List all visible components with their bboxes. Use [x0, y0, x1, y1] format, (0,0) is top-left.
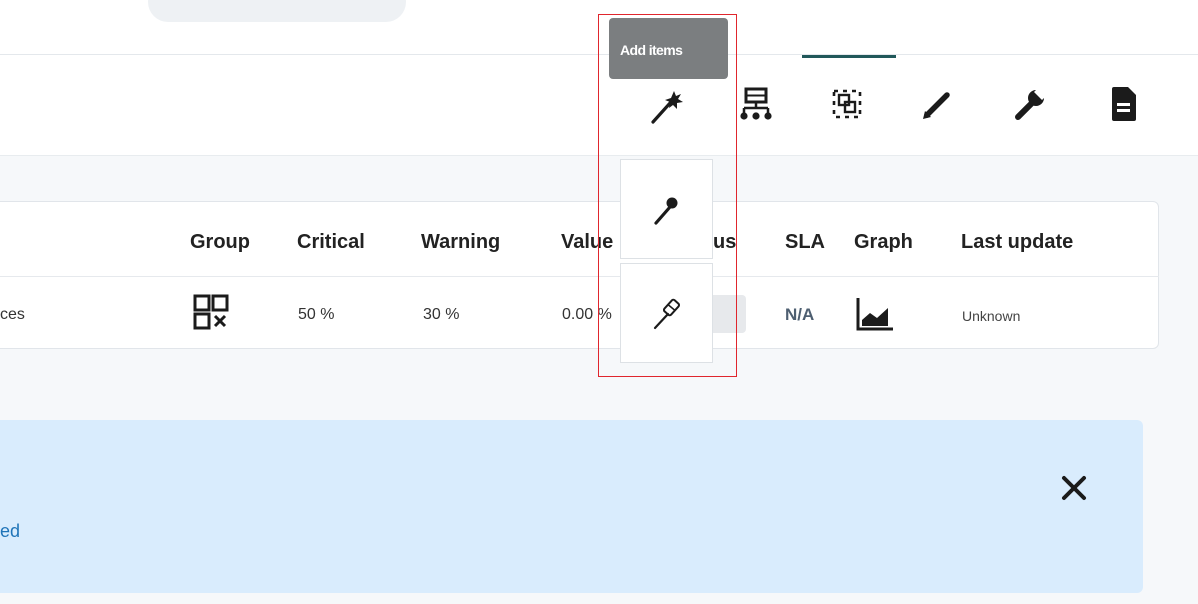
close-icon[interactable] [1052, 466, 1096, 510]
area-chart-icon[interactable] [855, 296, 895, 332]
column-header-last-update[interactable]: Last update [961, 230, 1073, 254]
document-icon[interactable] [1102, 82, 1146, 126]
row-service-name[interactable]: ces [0, 305, 25, 325]
group-select-icon[interactable] [825, 82, 869, 126]
top-bar [0, 0, 1198, 55]
pencil-icon[interactable] [916, 82, 960, 126]
add-item-option-pin[interactable] [620, 159, 713, 259]
column-header-critical[interactable]: Critical [297, 230, 365, 254]
pin-outline-icon [653, 298, 680, 330]
row-sla: N/A [785, 305, 815, 324]
row-warning-threshold: 30 % [423, 306, 460, 323]
column-header-value[interactable]: Value [561, 230, 613, 254]
pin-icon [653, 197, 677, 225]
group-remove-icon[interactable] [193, 294, 229, 330]
row-value: 0.00 % [562, 306, 612, 323]
sitemap-icon[interactable] [734, 82, 778, 126]
add-item-option-pin-outline[interactable] [620, 263, 713, 363]
active-tab-indicator [802, 55, 896, 58]
status-table [0, 201, 1159, 349]
column-header-group[interactable]: Group [190, 230, 250, 254]
top-search-pill[interactable] [148, 0, 406, 22]
column-header-graph[interactable]: Graph [854, 230, 913, 254]
magic-wand-icon[interactable] [646, 82, 690, 126]
column-header-sla[interactable]: SLA [785, 230, 825, 254]
column-header-warning[interactable]: Warning [421, 230, 500, 254]
add-items-tooltip: Add items [609, 18, 728, 79]
info-alert [0, 420, 1143, 593]
table-row-divider [0, 276, 1159, 277]
row-critical-threshold: 50 % [298, 306, 335, 323]
alert-message[interactable]: ed [0, 519, 20, 543]
row-last-update: Unknown [962, 308, 1021, 324]
column-header-status[interactable]: us [713, 230, 736, 254]
wrench-icon[interactable] [1008, 82, 1052, 126]
